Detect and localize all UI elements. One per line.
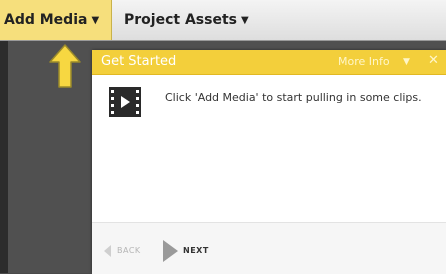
project-assets-label: Project Assets — [124, 12, 237, 28]
next-arrow-icon[interactable] — [162, 240, 178, 262]
back-button[interactable]: BACK — [117, 246, 141, 255]
close-icon[interactable]: ✕ — [428, 53, 439, 68]
popup-header: Get Started More Info ▼ ✕ — [92, 50, 446, 75]
chevron-down-icon: ▼ — [91, 14, 100, 26]
project-assets-menu[interactable]: Project Assets ▼ — [124, 0, 249, 40]
top-menu-bar: Add Media ▼ Project Assets ▼ — [0, 0, 446, 41]
popup-title: Get Started — [101, 54, 177, 69]
instruction-text: Click 'Add Media' to start pulling in so… — [165, 91, 422, 104]
back-arrow-icon[interactable] — [104, 245, 112, 257]
popup-footer: BACK NEXT — [92, 222, 446, 274]
add-media-label: Add Media — [4, 12, 88, 28]
chevron-down-icon: ▼ — [240, 14, 249, 26]
more-info-button[interactable]: More Info — [338, 55, 390, 68]
up-arrow-icon — [49, 44, 81, 88]
get-started-popup: Get Started More Info ▼ ✕ Click 'Add Med… — [92, 50, 446, 274]
film-icon — [109, 87, 141, 117]
left-edge-panel — [0, 41, 8, 273]
add-media-menu[interactable]: Add Media ▼ — [0, 0, 112, 40]
chevron-down-icon[interactable]: ▼ — [403, 57, 410, 67]
next-button[interactable]: NEXT — [183, 246, 209, 255]
